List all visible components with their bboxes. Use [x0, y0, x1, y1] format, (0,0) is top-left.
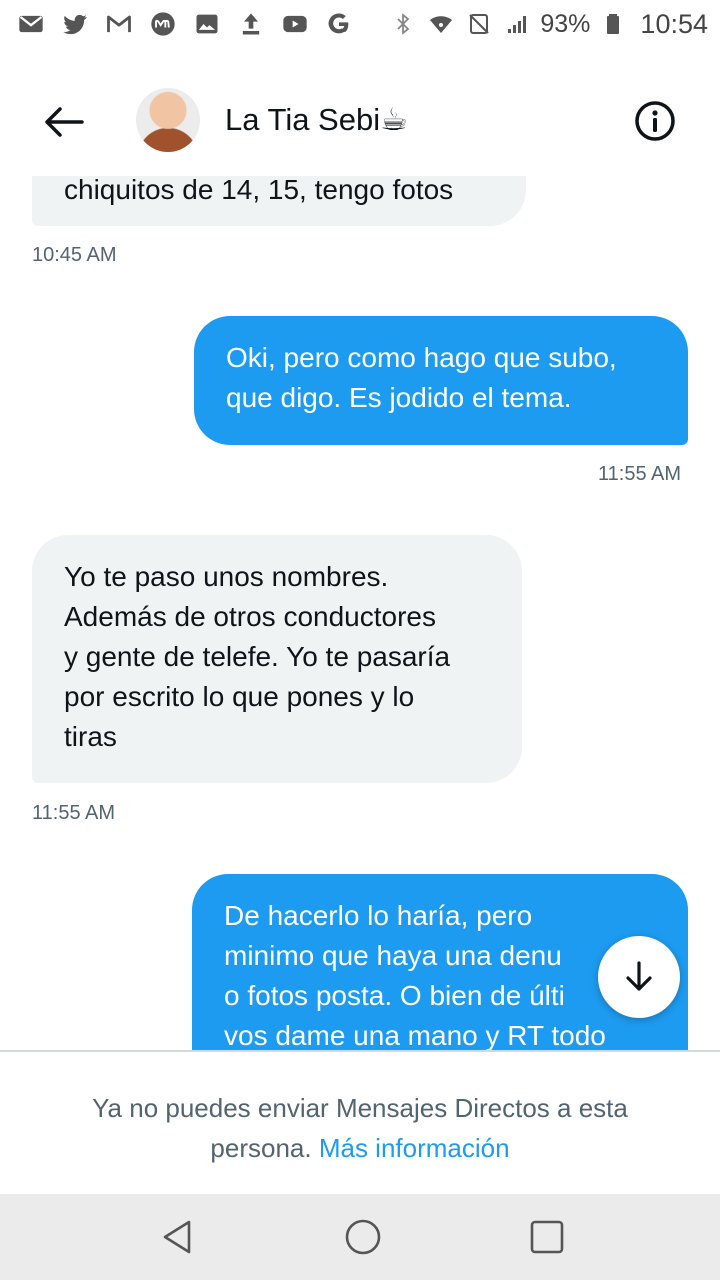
message-text: Además de otros conductores — [64, 601, 436, 632]
upload-icon — [236, 9, 266, 39]
dm-screen: 93% 10:54 La Tia Sebi☕ chiquitos de 14, … — [0, 0, 720, 1280]
message-text: Oki, pero como hago que subo, — [226, 342, 617, 373]
status-bar: 93% 10:54 — [0, 0, 720, 48]
youtube-icon — [280, 9, 310, 39]
system-nav-bar — [0, 1194, 720, 1280]
recents-square-icon — [530, 1220, 564, 1254]
arrow-down-icon — [626, 961, 652, 991]
message-text: chiquitos de 14, 15, tengo fotos — [64, 176, 454, 205]
battery-percent: 93% — [540, 9, 591, 38]
message-text: por escrito lo que pones y lo — [64, 681, 415, 712]
message-text: vos dame una mano y RT todo — [224, 1020, 606, 1050]
system-status: 93% 10:54 — [388, 9, 708, 40]
message-timestamp: 11:55 AM — [598, 463, 682, 485]
message-text: o fotos posta. O bien de últi — [224, 980, 565, 1011]
back-arrow-icon — [45, 107, 84, 137]
bluetooth-icon — [388, 9, 418, 39]
message-text: Yo te paso unos nombres. — [64, 561, 389, 592]
back-button[interactable] — [40, 100, 88, 144]
home-circle-icon — [345, 1219, 381, 1255]
dm-disabled-notice: Ya no puedes enviar Mensajes Directos a … — [40, 1088, 680, 1168]
gmail-icon — [16, 9, 46, 39]
mercadopago-icon — [148, 9, 178, 39]
message-timestamp: 11:55 AM — [32, 802, 116, 824]
nav-recents-button[interactable] — [522, 1214, 572, 1260]
nav-home-button[interactable] — [338, 1214, 388, 1260]
battery-icon — [598, 9, 628, 39]
back-triangle-icon — [163, 1220, 191, 1254]
message-text: tiras — [64, 721, 117, 752]
clock: 10:54 — [640, 8, 708, 39]
google-icon — [324, 9, 354, 39]
message-text: De hacerlo lo haría, pero — [224, 900, 533, 931]
message-text: minimo que haya una denu — [224, 940, 562, 971]
message-bubble-incoming[interactable]: Yo te paso unos nombres. Además de otros… — [32, 535, 522, 783]
avatar[interactable] — [136, 88, 200, 152]
signal-icon — [502, 9, 532, 39]
nfc-icon — [464, 9, 494, 39]
divider — [0, 1050, 720, 1052]
message-text: y gente de telefe. Yo te pasaría — [64, 641, 451, 672]
notification-icons — [16, 9, 354, 39]
gmail-icon — [104, 9, 134, 39]
twitter-icon — [60, 9, 90, 39]
gallery-icon — [192, 9, 222, 39]
info-button[interactable] — [632, 98, 678, 144]
message-timestamp: 10:45 AM — [32, 244, 117, 266]
conversation-header: La Tia Sebi☕ — [0, 80, 720, 164]
info-icon — [635, 101, 675, 141]
contact-name[interactable]: La Tia Sebi☕ — [225, 102, 408, 138]
nav-back-button[interactable] — [152, 1214, 202, 1260]
message-text: que digo. Es jodido el tema. — [226, 382, 572, 413]
more-info-link[interactable]: Más información — [319, 1133, 510, 1163]
scroll-to-bottom-button[interactable] — [598, 936, 680, 1018]
wifi-icon — [426, 9, 456, 39]
message-bubble-incoming[interactable]: chiquitos de 14, 15, tengo fotos — [32, 176, 526, 226]
message-bubble-outgoing[interactable]: Oki, pero como hago que subo, que digo. … — [194, 316, 688, 445]
message-list[interactable]: chiquitos de 14, 15, tengo fotos 10:45 A… — [0, 176, 720, 1050]
